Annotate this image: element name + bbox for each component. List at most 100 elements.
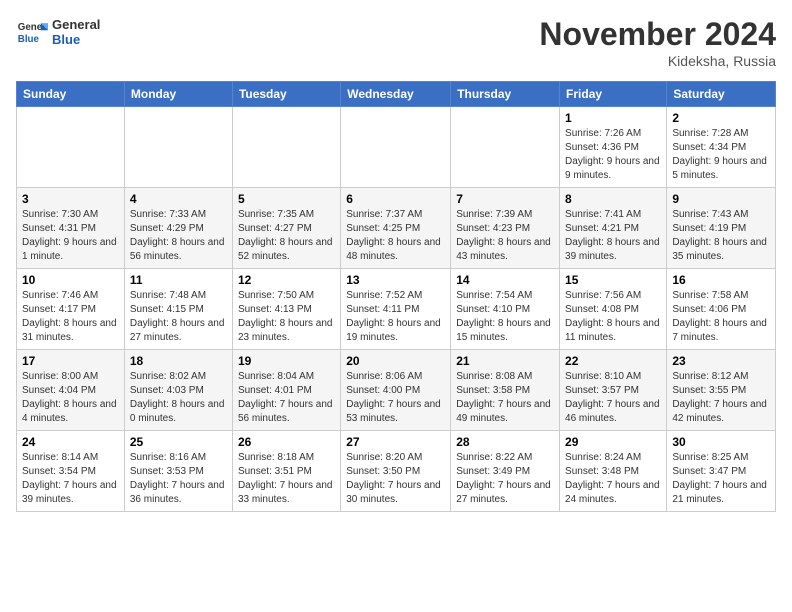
calendar-cell: 28 Sunrise: 8:22 AMSunset: 3:49 PMDayligh… [451, 431, 560, 512]
calendar-cell: 21 Sunrise: 8:08 AMSunset: 3:58 PMDayligh… [451, 350, 560, 431]
header-tuesday: Tuesday [232, 82, 340, 107]
calendar-cell: 30 Sunrise: 8:25 AMSunset: 3:47 PMDayligh… [667, 431, 776, 512]
day-info: Sunrise: 8:18 AMSunset: 3:51 PMDaylight:… [238, 451, 335, 507]
calendar-cell: 16 Sunrise: 7:58 AMSunset: 4:06 PMDayligh… [667, 269, 776, 350]
calendar-cell: 22 Sunrise: 8:10 AMSunset: 3:57 PMDayligh… [560, 350, 667, 431]
calendar-cell: 6 Sunrise: 7:37 AMSunset: 4:25 PMDaylight… [341, 188, 451, 269]
day-number: 25 [130, 435, 227, 449]
header-sunday: Sunday [17, 82, 125, 107]
calendar-cell: 23 Sunrise: 8:12 AMSunset: 3:55 PMDayligh… [667, 350, 776, 431]
day-number: 5 [238, 192, 335, 206]
header-wednesday: Wednesday [341, 82, 451, 107]
calendar-cell: 27 Sunrise: 8:20 AMSunset: 3:50 PMDayligh… [341, 431, 451, 512]
day-info: Sunrise: 7:54 AMSunset: 4:10 PMDaylight:… [456, 289, 554, 345]
calendar-cell: 18 Sunrise: 8:02 AMSunset: 4:03 PMDayligh… [124, 350, 232, 431]
day-number: 29 [565, 435, 661, 449]
day-info: Sunrise: 8:10 AMSunset: 3:57 PMDaylight:… [565, 370, 661, 426]
day-info: Sunrise: 7:35 AMSunset: 4:27 PMDaylight:… [238, 208, 335, 264]
day-info: Sunrise: 7:52 AMSunset: 4:11 PMDaylight:… [346, 289, 445, 345]
calendar-cell [232, 107, 340, 188]
day-number: 19 [238, 354, 335, 368]
day-number: 6 [346, 192, 445, 206]
week-row-3: 10 Sunrise: 7:46 AMSunset: 4:17 PMDayligh… [17, 269, 776, 350]
calendar-cell: 1Sunrise: 7:26 AMSunset: 4:36 PMDaylight… [560, 107, 667, 188]
day-info: Sunrise: 8:24 AMSunset: 3:48 PMDaylight:… [565, 451, 661, 507]
logo-general: General [52, 17, 100, 32]
day-number: 7 [456, 192, 554, 206]
logo-blue: Blue [52, 32, 100, 47]
day-info: Sunrise: 8:04 AMSunset: 4:01 PMDaylight:… [238, 370, 335, 426]
day-info: Sunrise: 8:20 AMSunset: 3:50 PMDaylight:… [346, 451, 445, 507]
calendar-cell: 7 Sunrise: 7:39 AMSunset: 4:23 PMDaylight… [451, 188, 560, 269]
day-number: 17 [22, 354, 119, 368]
calendar-cell: 11Sunrise: 7:48 AMSunset: 4:15 PMDayligh… [124, 269, 232, 350]
day-info: Sunrise: 8:02 AMSunset: 4:03 PMDaylight:… [130, 370, 227, 426]
day-number: 24 [22, 435, 119, 449]
day-number: 14 [456, 273, 554, 287]
day-info: Sunrise: 7:56 AMSunset: 4:08 PMDaylight:… [565, 289, 661, 345]
calendar-cell: 3Sunrise: 7:30 AMSunset: 4:31 PMDaylight… [17, 188, 125, 269]
calendar-cell: 26 Sunrise: 8:18 AMSunset: 3:51 PMDayligh… [232, 431, 340, 512]
day-number: 10 [22, 273, 119, 287]
day-number: 13 [346, 273, 445, 287]
day-number: 30 [672, 435, 770, 449]
day-number: 2 [672, 111, 770, 125]
day-info: Sunrise: 7:37 AMSunset: 4:25 PMDaylight:… [346, 208, 445, 264]
calendar-cell [124, 107, 232, 188]
month-title: November 2024 [539, 16, 776, 53]
location: Kideksha, Russia [539, 53, 776, 69]
day-info: Sunrise: 7:33 AMSunset: 4:29 PMDaylight:… [130, 208, 227, 264]
day-info: Sunrise: 8:14 AMSunset: 3:54 PMDaylight:… [22, 451, 119, 507]
calendar-cell: 10 Sunrise: 7:46 AMSunset: 4:17 PMDayligh… [17, 269, 125, 350]
day-number: 1 [565, 111, 661, 125]
day-info: Sunrise: 7:46 AMSunset: 4:17 PMDaylight:… [22, 289, 119, 345]
week-row-4: 17 Sunrise: 8:00 AMSunset: 4:04 PMDayligh… [17, 350, 776, 431]
calendar-cell: 2 Sunrise: 7:28 AMSunset: 4:34 PMDaylight… [667, 107, 776, 188]
calendar-cell: 8Sunrise: 7:41 AMSunset: 4:21 PMDaylight… [560, 188, 667, 269]
day-number: 22 [565, 354, 661, 368]
day-info: Sunrise: 8:16 AMSunset: 3:53 PMDaylight:… [130, 451, 227, 507]
calendar-cell: 29 Sunrise: 8:24 AMSunset: 3:48 PMDayligh… [560, 431, 667, 512]
day-info: Sunrise: 7:50 AMSunset: 4:13 PMDaylight:… [238, 289, 335, 345]
day-info: Sunrise: 8:25 AMSunset: 3:47 PMDaylight:… [672, 451, 770, 507]
day-number: 9 [672, 192, 770, 206]
day-number: 21 [456, 354, 554, 368]
day-number: 4 [130, 192, 227, 206]
day-number: 3 [22, 192, 119, 206]
day-number: 28 [456, 435, 554, 449]
calendar-cell: 13 Sunrise: 7:52 AMSunset: 4:11 PMDayligh… [341, 269, 451, 350]
day-number: 27 [346, 435, 445, 449]
calendar-cell: 20Sunrise: 8:06 AMSunset: 4:00 PMDayligh… [341, 350, 451, 431]
day-info: Sunrise: 7:39 AMSunset: 4:23 PMDaylight:… [456, 208, 554, 264]
day-number: 18 [130, 354, 227, 368]
header-friday: Friday [560, 82, 667, 107]
calendar-cell: 25 Sunrise: 8:16 AMSunset: 3:53 PMDayligh… [124, 431, 232, 512]
calendar-cell [17, 107, 125, 188]
header-thursday: Thursday [451, 82, 560, 107]
calendar-cell: 4 Sunrise: 7:33 AMSunset: 4:29 PMDaylight… [124, 188, 232, 269]
day-info: Sunrise: 8:08 AMSunset: 3:58 PMDaylight:… [456, 370, 554, 426]
calendar-table: Sunday Monday Tuesday Wednesday Thursday… [16, 81, 776, 512]
title-area: November 2024 Kideksha, Russia [539, 16, 776, 69]
day-info: Sunrise: 7:58 AMSunset: 4:06 PMDaylight:… [672, 289, 770, 345]
calendar-header-row: Sunday Monday Tuesday Wednesday Thursday… [17, 82, 776, 107]
day-number: 26 [238, 435, 335, 449]
header-saturday: Saturday [667, 82, 776, 107]
day-number: 12 [238, 273, 335, 287]
calendar-cell [341, 107, 451, 188]
calendar-cell: 14 Sunrise: 7:54 AMSunset: 4:10 PMDayligh… [451, 269, 560, 350]
day-info: Sunrise: 8:22 AMSunset: 3:49 PMDaylight:… [456, 451, 554, 507]
day-info: Sunrise: 8:00 AMSunset: 4:04 PMDaylight:… [22, 370, 119, 426]
calendar-cell: 19 Sunrise: 8:04 AMSunset: 4:01 PMDayligh… [232, 350, 340, 431]
calendar-cell: 15Sunrise: 7:56 AMSunset: 4:08 PMDayligh… [560, 269, 667, 350]
week-row-1: 1Sunrise: 7:26 AMSunset: 4:36 PMDaylight… [17, 107, 776, 188]
calendar-cell: 12 Sunrise: 7:50 AMSunset: 4:13 PMDayligh… [232, 269, 340, 350]
day-number: 23 [672, 354, 770, 368]
day-info: Sunrise: 8:12 AMSunset: 3:55 PMDaylight:… [672, 370, 770, 426]
day-number: 16 [672, 273, 770, 287]
calendar-cell: 9Sunrise: 7:43 AMSunset: 4:19 PMDaylight… [667, 188, 776, 269]
day-number: 11 [130, 273, 227, 287]
header-monday: Monday [124, 82, 232, 107]
day-info: Sunrise: 7:28 AMSunset: 4:34 PMDaylight:… [672, 127, 770, 183]
day-number: 8 [565, 192, 661, 206]
